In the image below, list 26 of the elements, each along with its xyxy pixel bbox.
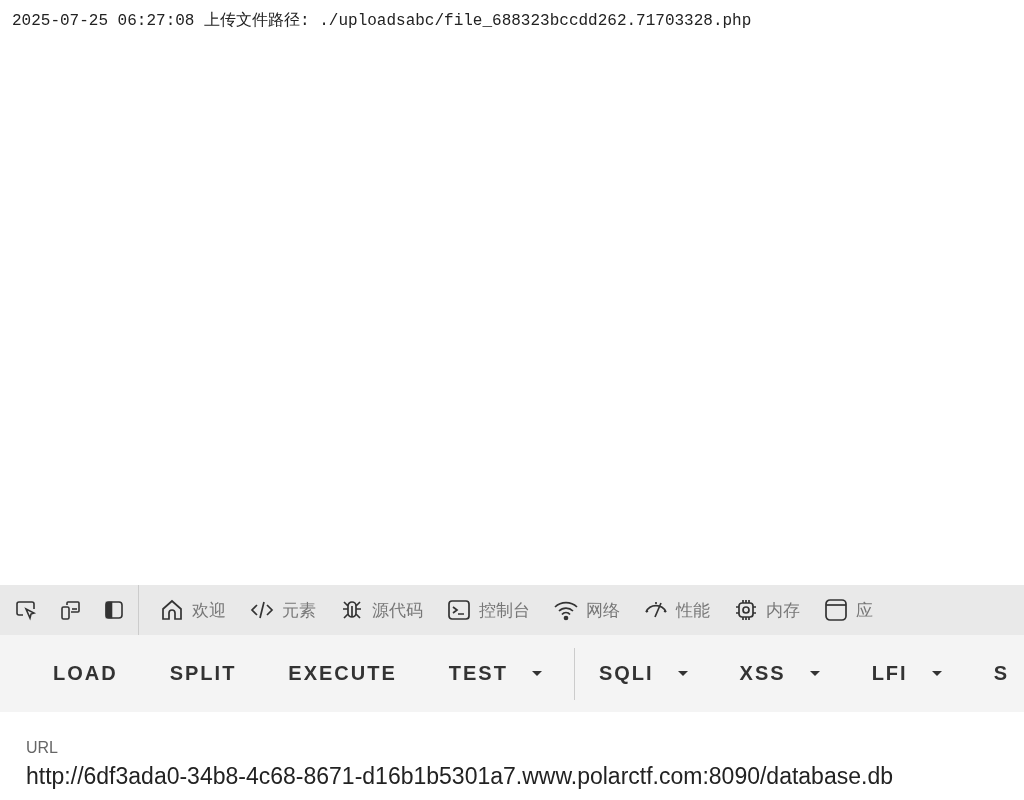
- url-field[interactable]: http://6df3ada0-34b8-4c68-8671-d16b1b5301a7.www.polarctf.com:8090/database.db: [26, 763, 893, 790]
- toolbar-button[interactable]: SPLIT: [169, 662, 237, 685]
- toolbar-button[interactable]: LOAD: [53, 662, 118, 685]
- devtools-tab[interactable]: 欢迎: [159, 597, 226, 623]
- device-icon[interactable]: [58, 598, 82, 622]
- home-icon: [159, 597, 185, 623]
- toolbar-button[interactable]: EXECUTE: [288, 662, 397, 685]
- console-icon: [446, 597, 472, 623]
- devtools-tab[interactable]: 元素: [249, 597, 316, 623]
- dropdown-button[interactable]: LFI: [871, 662, 942, 685]
- dock-icon[interactable]: [102, 598, 126, 622]
- dropdown-button[interactable]: XSS: [739, 662, 820, 685]
- devtools-tab[interactable]: 网络: [553, 597, 620, 623]
- devtools-tab[interactable]: 应: [823, 597, 873, 623]
- dropdown-button[interactable]: TEST: [448, 662, 542, 685]
- chip-icon: [733, 597, 759, 623]
- log-line: 2025-07-25 06:27:08 上传文件路径: ./uploadsabc/file_688323bccdd262.71703328.php: [11, 10, 753, 31]
- devtools-tab[interactable]: 性能: [643, 597, 710, 623]
- window-icon: [823, 597, 849, 623]
- toolbar-button[interactable]: S: [993, 662, 1009, 685]
- devtools-tab[interactable]: 内存: [733, 597, 800, 623]
- url-label: URL: [26, 739, 58, 757]
- inspect-icon[interactable]: [14, 598, 38, 622]
- devtools-tab[interactable]: 控制台: [446, 597, 530, 623]
- devtools-tab[interactable]: 源代码: [339, 597, 423, 623]
- dropdown-button[interactable]: SQLI: [598, 662, 688, 685]
